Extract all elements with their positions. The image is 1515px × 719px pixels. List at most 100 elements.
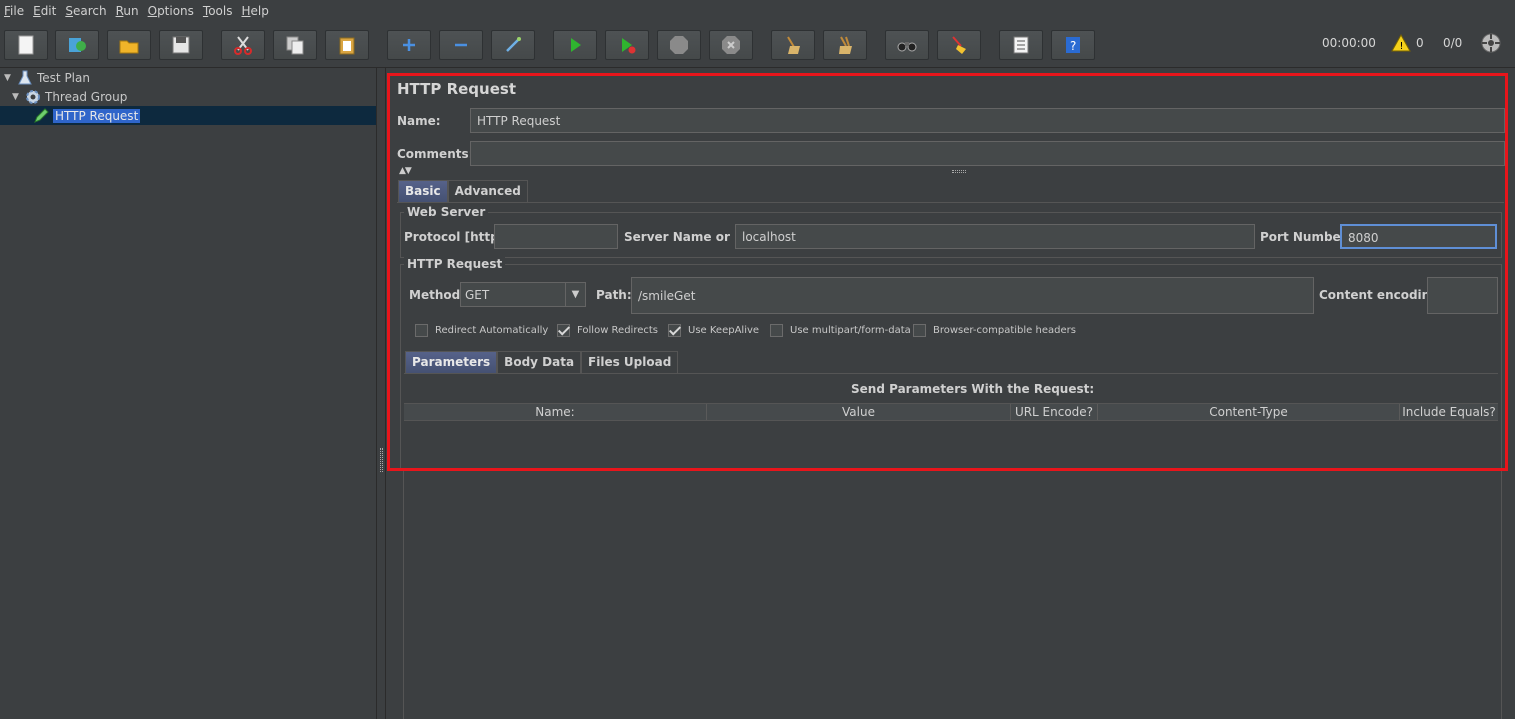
checkbox-redirect-automatically[interactable]: Redirect Automatically [415, 324, 548, 337]
menu-edit[interactable]: Edit [33, 4, 56, 18]
server-field[interactable]: localhost [735, 224, 1255, 249]
shutdown-icon [722, 36, 740, 54]
search-button[interactable] [885, 30, 929, 60]
start-no-pauses-button[interactable] [605, 30, 649, 60]
expand-all-button[interactable] [387, 30, 431, 60]
folder-open-icon [119, 40, 139, 54]
parameter-tabs: Parameters Body Data Files Upload [405, 351, 679, 373]
tree-splitter[interactable] [376, 68, 386, 719]
function-helper-list-icon [1013, 36, 1029, 54]
play-icon [571, 38, 581, 52]
templates-button[interactable] [55, 30, 99, 60]
param-tab-underline [404, 373, 1498, 374]
paste-button[interactable] [325, 30, 369, 60]
new-button[interactable] [4, 30, 48, 60]
collapse-all-button[interactable] [439, 30, 483, 60]
port-field[interactable]: 8080 [1340, 224, 1497, 249]
path-field[interactable]: /smileGet [631, 277, 1314, 314]
splitter-grip[interactable] [380, 448, 383, 472]
expand-arrow-icon[interactable]: ▼ [4, 73, 14, 83]
page-title: HTTP Request [397, 80, 516, 98]
clear-all-button[interactable] [823, 30, 867, 60]
tab-basic[interactable]: Basic [398, 180, 448, 202]
panel-border-left [403, 471, 404, 719]
active-threads: 0/0 [1443, 36, 1463, 50]
checkbox-browser-compatible-headers[interactable]: Browser-compatible headers [913, 324, 1076, 337]
new-file-icon [18, 35, 34, 55]
tree-label-test-plan: Test Plan [37, 70, 90, 85]
checkbox-box[interactable] [770, 324, 783, 337]
tree-item-http-request[interactable]: HTTP Request [0, 106, 376, 125]
expand-arrow-icon[interactable]: ▼ [12, 92, 22, 102]
method-select[interactable]: GET ▼ [460, 282, 586, 307]
tab-advanced[interactable]: Advanced [447, 180, 528, 202]
column-value[interactable]: Value [707, 404, 1011, 420]
column-include-equals[interactable]: Include Equals? [1400, 404, 1498, 420]
checkbox-box[interactable] [668, 324, 681, 337]
menu-file[interactable]: File [4, 4, 24, 18]
reset-search-broom-icon [952, 36, 966, 54]
http-request-group-title: HTTP Request [404, 257, 506, 271]
protocol-field[interactable] [494, 224, 618, 249]
toggle-wand-icon [506, 37, 521, 52]
method-label: Method: [409, 288, 465, 302]
reset-search-button[interactable] [937, 30, 981, 60]
column-content-type[interactable]: Content-Type [1098, 404, 1400, 420]
save-icon [172, 36, 190, 54]
toolbar: ? 00:00:00 ! 0 0/0 [0, 22, 1515, 68]
tree-item-test-plan[interactable]: ▼ Test Plan [4, 68, 90, 87]
copy-icon [286, 36, 304, 55]
cut-button[interactable] [221, 30, 265, 60]
broom-icon [787, 36, 800, 54]
test-plan-flask-icon [16, 69, 34, 87]
checkbox-box[interactable] [557, 324, 570, 337]
tab-parameters[interactable]: Parameters [405, 351, 498, 373]
tree-item-thread-group[interactable]: ▼ Thread Group [12, 87, 127, 106]
shutdown-button[interactable] [709, 30, 753, 60]
clear-button[interactable] [771, 30, 815, 60]
dropdown-arrow-icon[interactable]: ▼ [565, 283, 585, 306]
web-server-title: Web Server [404, 205, 489, 219]
tab-underline [397, 202, 1504, 203]
remote-engines-icon[interactable] [1480, 32, 1502, 57]
path-label: Path: [596, 288, 632, 302]
scissors-icon [234, 36, 252, 55]
checkbox-use-keepalive[interactable]: Use KeepAlive [668, 324, 759, 337]
content-encoding-field[interactable] [1427, 277, 1498, 314]
tab-body-data[interactable]: Body Data [497, 351, 582, 373]
minus-icon [455, 43, 467, 47]
copy-button[interactable] [273, 30, 317, 60]
sampler-pen-icon [32, 107, 50, 125]
menu-options[interactable]: Options [148, 4, 194, 18]
horizontal-grip[interactable] [952, 170, 966, 173]
help-icon: ? [1066, 37, 1080, 53]
stop-button[interactable] [657, 30, 701, 60]
menu-tools[interactable]: Tools [203, 4, 233, 18]
broom-all-icon [839, 36, 852, 54]
comments-field[interactable] [470, 141, 1505, 166]
toggle-button[interactable] [491, 30, 535, 60]
column-name[interactable]: Name: [404, 404, 707, 420]
method-value: GET [465, 288, 490, 302]
server-label: Server Name or IP: [624, 230, 753, 244]
clipboard-icon [339, 37, 355, 55]
checkbox-follow-redirects[interactable]: Follow Redirects [557, 324, 658, 337]
port-label: Port Number: [1260, 230, 1352, 244]
collapse-arrows-icon[interactable]: ▲▼ [399, 166, 412, 176]
checkbox-use-multipart[interactable]: Use multipart/form-data [770, 324, 911, 337]
checkbox-box[interactable] [415, 324, 428, 337]
start-button[interactable] [553, 30, 597, 60]
config-tabs: Basic Advanced [398, 180, 528, 202]
menu-search[interactable]: Search [65, 4, 106, 18]
help-button[interactable]: ? [1051, 30, 1095, 60]
warning-icon[interactable]: ! [1391, 33, 1411, 55]
open-button[interactable] [107, 30, 151, 60]
save-button[interactable] [159, 30, 203, 60]
column-url-encode[interactable]: URL Encode? [1011, 404, 1098, 420]
menu-run[interactable]: Run [116, 4, 139, 18]
checkbox-box[interactable] [913, 324, 926, 337]
tab-files-upload[interactable]: Files Upload [581, 351, 679, 373]
function-helper-button[interactable] [999, 30, 1043, 60]
menu-help[interactable]: Help [242, 4, 269, 18]
name-field[interactable]: HTTP Request [470, 108, 1505, 133]
